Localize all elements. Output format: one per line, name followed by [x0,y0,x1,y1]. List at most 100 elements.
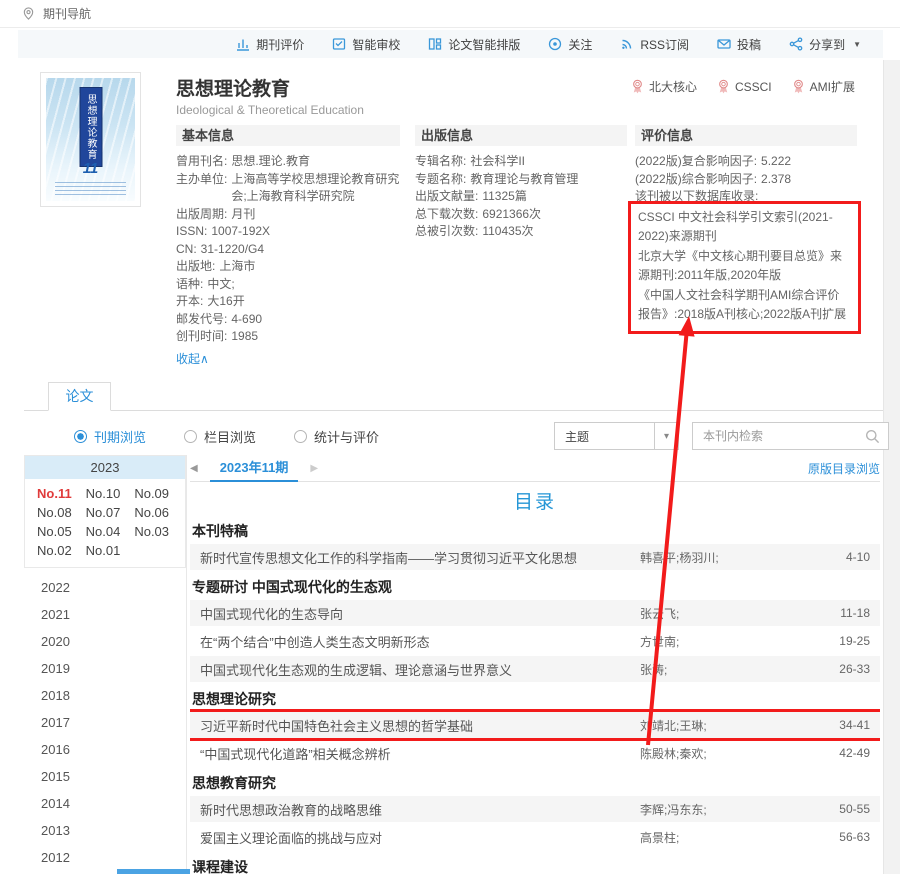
magnifier-icon[interactable] [865,429,880,444]
toolbar-item-journal-evaluation[interactable]: 期刊评价 [236,36,304,53]
badge-pku-core: 北大核心 [631,78,697,95]
radio-issue-browse[interactable]: 刊期浏览 [74,427,146,446]
info-row: 邮发代号:4-690 [176,311,400,329]
issue-no07[interactable]: No.07 [86,503,135,522]
toolbar-item-smart-proofread[interactable]: 智能审校 [332,36,400,53]
search-input[interactable] [693,429,865,443]
article-row[interactable]: 新时代宣传思想文化工作的科学指南——学习贯彻习近平文化思想 韩喜平;杨羽川; 4… [190,544,880,570]
toolbar-item-label: 分享到 [809,36,845,53]
radio-unselected-icon [294,430,307,443]
issue-no05[interactable]: No.05 [37,522,86,541]
article-row[interactable]: 爱国主义理论面临的挑战与应对 高景柱; 56-63 [190,824,880,850]
browse-mode-radios: 刊期浏览 栏目浏览 统计与评价 [74,427,379,446]
browse-mode-row: 刊期浏览 栏目浏览 统计与评价 主题 ▾ [24,420,883,452]
scrollbar-gutter[interactable] [883,60,900,874]
collapse-link[interactable]: 收起∧ [176,350,209,367]
map-pin-icon [22,7,35,20]
section-name: 课程建设 [192,858,880,874]
info-row: 专题名称:教育理论与教育管理 [415,171,627,189]
article-row[interactable]: 中国式现代化生态观的生成逻辑、理论意涵与世界意义 张涛; 26-33 [190,656,880,682]
info-row: 出版地:上海市 [176,258,400,276]
year-item-2022[interactable]: 2022 [24,574,186,601]
highlight-annotation-box: CSSCI 中文社会科学引文索引(2021-2022)来源期刊 北京大学《中文核… [628,201,861,334]
cover-mini-text [55,182,126,195]
medal-icon [631,79,644,94]
year-header[interactable]: 2023 [25,456,185,479]
tab-papers[interactable]: 论文 [48,382,111,411]
info-row: (2022版)综合影响因子:2.378 [635,171,857,189]
prev-issue-arrow-icon[interactable]: ◀ [190,463,198,474]
issue-no06[interactable]: No.06 [134,503,183,522]
year-item-2015[interactable]: 2015 [24,763,186,790]
year-item-2016[interactable]: 2016 [24,736,186,763]
toolbar-item-share[interactable]: 分享到 ▼ [789,36,861,53]
issue-no11[interactable]: No.11 [37,484,86,503]
issue-no01[interactable]: No.01 [86,541,135,560]
section-name: 思想教育研究 [192,774,880,792]
in-journal-search: 主题 ▾ [554,422,889,450]
article-row[interactable]: 在“两个结合”中创造人类生态文明新形态 方世南; 19-25 [190,628,880,654]
article-row[interactable]: “中国式现代化道路”相关概念辨析 陈殿林;秦欢; 42-49 [190,740,880,766]
basic-info-column: 基本信息 曾用刊名:思想.理论.教育 主办单位:上海高等学校思想理论教育研究会;… [176,125,400,367]
toc-title: 目录 [190,492,880,514]
follow-eye-icon [548,37,562,51]
year-item-2017[interactable]: 2017 [24,709,186,736]
info-row: ISSN:1007-192X [176,223,400,241]
issue-no10[interactable]: No.10 [86,484,135,503]
publication-info-column: 出版信息 专辑名称:社会科学II 专题名称:教育理论与教育管理 出版文献量:11… [415,125,627,367]
info-row: 总下载次数:6921366次 [415,206,627,224]
medal-icon [717,79,730,94]
badge-label: 北大核心 [649,78,697,95]
article-row[interactable]: 新时代思想政治教育的战略思维 李辉;冯东东; 50-55 [190,796,880,822]
issue-grid: No.11 No.10 No.09 No.08 No.07 No.06 No.0… [25,479,185,567]
current-issue-tab[interactable]: 2023年11期 [210,455,299,482]
issue-no08[interactable]: No.08 [37,503,86,522]
issue-year-panel: 2023 No.11 No.10 No.09 No.08 No.07 No.06… [24,455,187,874]
year-item-2021[interactable]: 2021 [24,601,186,628]
toolbar-item-label: 期刊评价 [256,36,304,53]
year-block-2023: 2023 No.11 No.10 No.09 No.08 No.07 No.06… [24,455,186,568]
toolbar-item-smart-typeset[interactable]: 论文智能排版 [428,36,520,53]
breadcrumb-label[interactable]: 期刊导航 [43,5,91,22]
year-item-2020[interactable]: 2020 [24,628,186,655]
year-item-2019[interactable]: 2019 [24,655,186,682]
issue-no04[interactable]: No.04 [86,522,135,541]
issue-no09[interactable]: No.09 [134,484,183,503]
info-row: 专辑名称:社会科学II [415,153,627,171]
toolbar-item-label: 投稿 [737,36,761,53]
collapse-caret-icon: ∧ [200,352,209,366]
toolbar-item-submit[interactable]: 投稿 [717,36,761,53]
radio-unselected-icon [184,430,197,443]
toolbar-item-rss[interactable]: RSS订阅 [620,36,689,53]
original-catalog-link[interactable]: 原版目录浏览 [808,460,880,477]
toolbar-item-label: RSS订阅 [640,36,689,53]
radio-stats-evaluation[interactable]: 统计与评价 [294,427,379,446]
search-input-wrap [692,422,889,450]
article-row[interactable]: 中国式现代化的生态导向 张云飞; 11-18 [190,600,880,626]
year-item-2014[interactable]: 2014 [24,790,186,817]
search-field-select[interactable]: 主题 ▾ [554,422,679,450]
issue-no02[interactable]: No.02 [37,541,86,560]
toolbar-item-label: 论文智能排版 [448,36,520,53]
chevron-down-icon: ▼ [853,40,861,49]
journal-cover[interactable]: 思想理论教育 11 [40,72,141,207]
next-issue-arrow-icon[interactable]: ▶ [310,463,318,474]
year-item-2013[interactable]: 2013 [24,817,186,844]
info-row: (2022版)复合影响因子:5.222 [635,153,857,171]
toolbar-item-follow[interactable]: 关注 [548,36,592,53]
badge-ami: AMI扩展 [792,78,855,95]
issue-no03[interactable]: No.03 [134,522,183,541]
radio-selected-icon [74,430,87,443]
breadcrumb: 期刊导航 [0,0,900,28]
journal-navigation-page: 期刊导航 期刊评价 智能审校 论文智能排版 关注 RSS订阅 投稿 [0,0,900,874]
info-row: CN:31-1220/G4 [176,241,400,259]
publication-info-header: 出版信息 [415,125,627,146]
section-name: 本刊特稿 [192,522,880,540]
journal-info-columns: 基本信息 曾用刊名:思想.理论.教育 主办单位:上海高等学校思想理论教育研究会;… [176,125,857,367]
article-row-highlighted[interactable]: 习近平新时代中国特色社会主义思想的哲学基础 刘靖北;王琳; 34-41 [190,712,880,738]
radio-column-browse[interactable]: 栏目浏览 [184,427,256,446]
mail-icon [717,37,731,51]
year-item-2012[interactable]: 2012 [24,844,186,871]
year-item-2018[interactable]: 2018 [24,682,186,709]
rss-icon [620,37,634,51]
